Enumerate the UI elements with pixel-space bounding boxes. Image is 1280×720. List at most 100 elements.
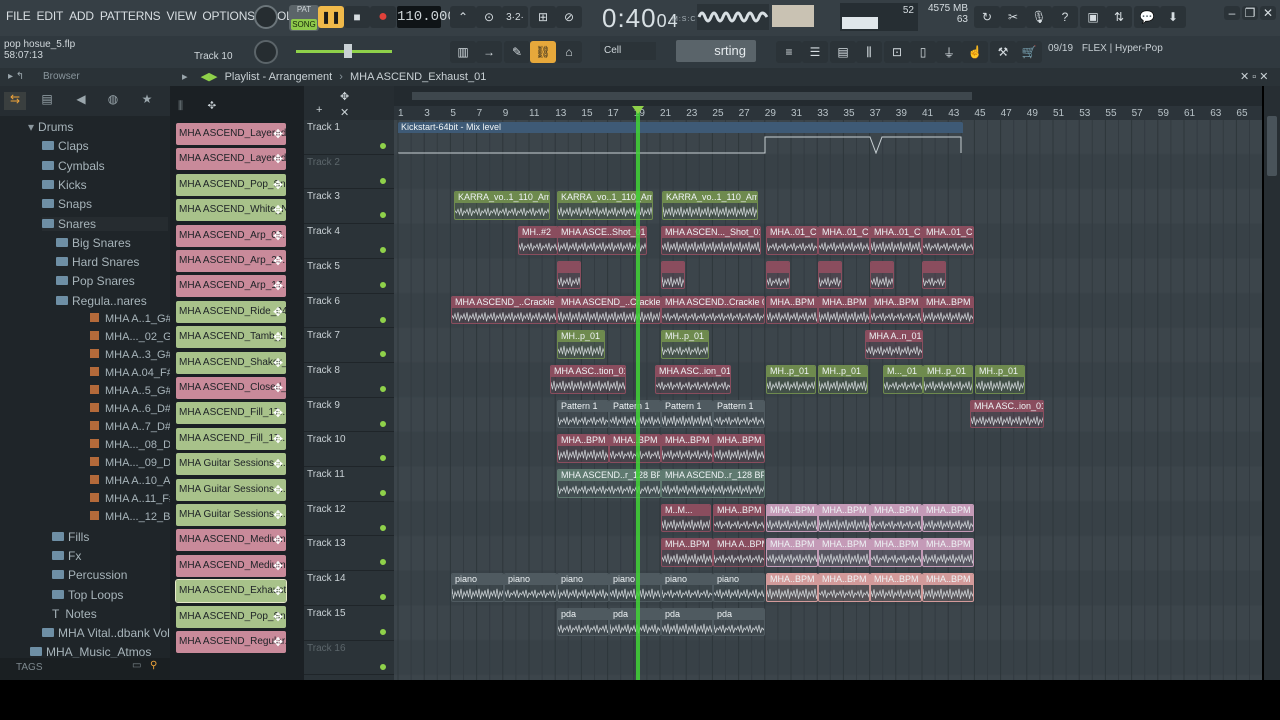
track-label[interactable]: Track 8 [307, 365, 340, 376]
song-time-display[interactable]: 0:4004 M:S:CS [602, 2, 701, 34]
all-tab-icon[interactable]: ⇆ [4, 92, 26, 110]
chat-icon[interactable]: 💬 [1134, 6, 1160, 28]
track-mute-led-icon[interactable] [380, 316, 386, 323]
master-pitch-knob[interactable] [254, 40, 278, 64]
playlist-clip[interactable]: MHA ASC..ion_01 [970, 399, 1044, 429]
playlist-clip[interactable]: MHA..BPM [661, 434, 713, 463]
browser-file-item[interactable]: MHA A..7_D# [90, 421, 171, 433]
channel-button[interactable]: MHA ASCEND_Fill_17... ✥ [176, 402, 286, 425]
countdown-icon[interactable]: 3·2· [502, 6, 528, 28]
menu-item-options[interactable]: OPTIONS [202, 9, 255, 23]
channel-button[interactable]: MHA ASCEND_Medium... ✥ [176, 554, 286, 577]
add-track-icon[interactable]: + [316, 104, 322, 116]
browser-file-item[interactable]: MHA..._12_B [90, 511, 170, 523]
news-panel[interactable]: 09/19 FLEX | Hyper-Pop [1048, 43, 1268, 59]
file-icon[interactable]: ▯ [910, 41, 936, 63]
channel-arrows-icon[interactable]: ✥ [273, 148, 283, 170]
playlist-clip[interactable]: MH..p_01 [766, 364, 816, 394]
playlist-clip[interactable]: piano [609, 573, 661, 602]
track-mute-led-icon[interactable] [380, 524, 386, 531]
tools-icon[interactable]: ⚒ [990, 41, 1016, 63]
track-label[interactable]: Track 6 [307, 296, 340, 307]
menu-item-patterns[interactable]: PATTERNS [100, 9, 161, 23]
track-label[interactable]: Track 10 [307, 434, 346, 445]
undo-history-icon[interactable]: ↻ [974, 6, 1000, 28]
playlist-clip[interactable]: MHA..BPM [713, 434, 765, 463]
channel-button[interactable]: MHA ASCEND_Arp_20... ✥ [176, 250, 286, 272]
browser-file-item[interactable]: MHA..._09_D [90, 457, 171, 469]
browser-folder-notes[interactable]: T Notes [52, 607, 97, 621]
channel-arrows-icon[interactable]: ✥ [273, 606, 283, 628]
playlist-clip[interactable]: MH..#2 [518, 226, 558, 255]
playlist-clip[interactable]: MHA ASC..ion_01 [655, 364, 731, 394]
channel-button[interactable]: MHA ASCEND_Closed_... ✥ [176, 377, 286, 399]
track-label[interactable]: Track 2 [307, 157, 340, 168]
track-mute-led-icon[interactable] [380, 281, 386, 288]
playlist-clip[interactable]: pda [713, 607, 765, 637]
mixer-faders-icon[interactable]: ⫼ [856, 41, 882, 63]
channel-arrows-icon[interactable]: ✥ [273, 352, 283, 374]
channel-button[interactable]: MHA Guitar Sessions -... ✥ [176, 453, 286, 476]
playlist-clip[interactable]: pda [557, 607, 609, 637]
track-mute-led-icon[interactable] [380, 385, 386, 392]
playlist-clip[interactable]: MHA..BPM [818, 538, 870, 568]
automation-clip[interactable]: Kickstart-64bit - Mix level [398, 122, 963, 154]
browser-folder-mha-vital-dbank-vol-1[interactable]: MHA Vital..dbank Vol 1 [42, 626, 180, 640]
channel-arrows-icon[interactable]: ✥ [273, 479, 283, 501]
download-icon[interactable]: ⬇ [1160, 6, 1186, 28]
playlist-clip[interactable]: MHA..BPM [766, 538, 818, 568]
playlist-clip[interactable]: MHA..01_C [766, 226, 818, 255]
browser-file-item[interactable]: MHA..._08_D [90, 439, 171, 451]
track-label[interactable]: Track 9 [307, 400, 340, 411]
playlist-clip[interactable]: piano [557, 573, 609, 602]
plugin-database-tab-icon[interactable]: ◀ [70, 92, 92, 110]
channel-arrows-icon[interactable]: ✥ [273, 580, 283, 602]
browser-file-item[interactable]: MHA..._02_G [90, 331, 172, 343]
menu-item-add[interactable]: ADD [69, 9, 94, 23]
channel-arrows-icon[interactable]: ✥ [273, 225, 283, 247]
cart-icon[interactable]: 🛒 [1016, 41, 1042, 63]
loop-record-icon[interactable]: ⊘ [556, 6, 582, 28]
channel-button[interactable]: MHA ASCEND_Regular... ✥ [176, 631, 286, 653]
playlist-clip[interactable]: MHA ASCEND_..Crackle 02 [451, 295, 557, 325]
channel-arrows-icon[interactable]: ✥ [273, 453, 283, 475]
playlist-clip[interactable]: MHA ASCEND..r_128 BPM [557, 469, 661, 498]
record-button[interactable]: ● [370, 6, 396, 28]
mixer-icon[interactable]: ≡ [776, 41, 802, 63]
playlist-clip[interactable]: MHA..01_C [870, 226, 922, 255]
playlist-clip[interactable]: KARRA_vo..1_110_Am [454, 191, 550, 221]
channel-button[interactable]: MHA ASCEND_Layered... ✥ [176, 148, 286, 171]
channel-arrows-icon[interactable]: ✥ [273, 555, 283, 577]
magnet-icon[interactable]: ⌂ [556, 41, 582, 63]
plug-icon[interactable]: ⏚ [936, 41, 962, 63]
playlist-clip[interactable]: MHA..BPM [818, 295, 870, 325]
channel-arrows-icon[interactable]: ✥ [273, 631, 283, 653]
channel-button[interactable]: MHA ASCEND_Arp_06... ✥ [176, 224, 286, 247]
channel-button[interactable]: MHA Guitar Sessions -... ✥ [176, 478, 286, 501]
playlist-clip[interactable] [557, 260, 581, 290]
playlist-clip[interactable]: MHA..BPM [661, 538, 713, 568]
minimize-icon[interactable]: – [1224, 6, 1240, 20]
folder-icon[interactable]: ▭ [132, 660, 141, 671]
channel-button[interactable]: MHA ASCEND_Fill_17... ✥ [176, 427, 286, 450]
channel-button[interactable]: MHA ASCEND_White_N... ✥ [176, 199, 286, 222]
playlist-clip[interactable]: MHA..BPM [818, 573, 870, 602]
track-mute-led-icon[interactable] [380, 628, 386, 635]
browser-folder-regula-nares[interactable]: Regula..nares [56, 294, 147, 308]
track-label[interactable]: Track 13 [307, 538, 346, 549]
playlist-clip[interactable]: MH..p_01 [557, 330, 605, 359]
playlist-pattern-name[interactable]: MHA ASCEND_Exhaust_01 [350, 71, 486, 83]
playlist-clip[interactable]: MH..p_01 [923, 364, 973, 394]
channel-arrows-icon[interactable]: ✥ [273, 428, 283, 450]
channel-arrows-icon[interactable]: ✥ [273, 402, 283, 424]
playlist-clip[interactable] [766, 260, 790, 290]
playlist-clip[interactable]: MHA..BPM [870, 538, 922, 568]
track-mute-led-icon[interactable] [380, 177, 386, 184]
browser-file-item[interactable]: MHA A..11_F# [90, 493, 175, 505]
stop-button[interactable]: ■ [344, 6, 370, 28]
playlist-clip[interactable]: MH..p_01 [661, 330, 709, 359]
channel-button[interactable]: MHA ASCEND_Tamb_L... ✥ [176, 326, 286, 349]
search-icon[interactable]: ⚲ [150, 660, 157, 671]
song-overview[interactable] [394, 86, 1262, 106]
close-icon[interactable]: ✕ [1260, 6, 1276, 20]
